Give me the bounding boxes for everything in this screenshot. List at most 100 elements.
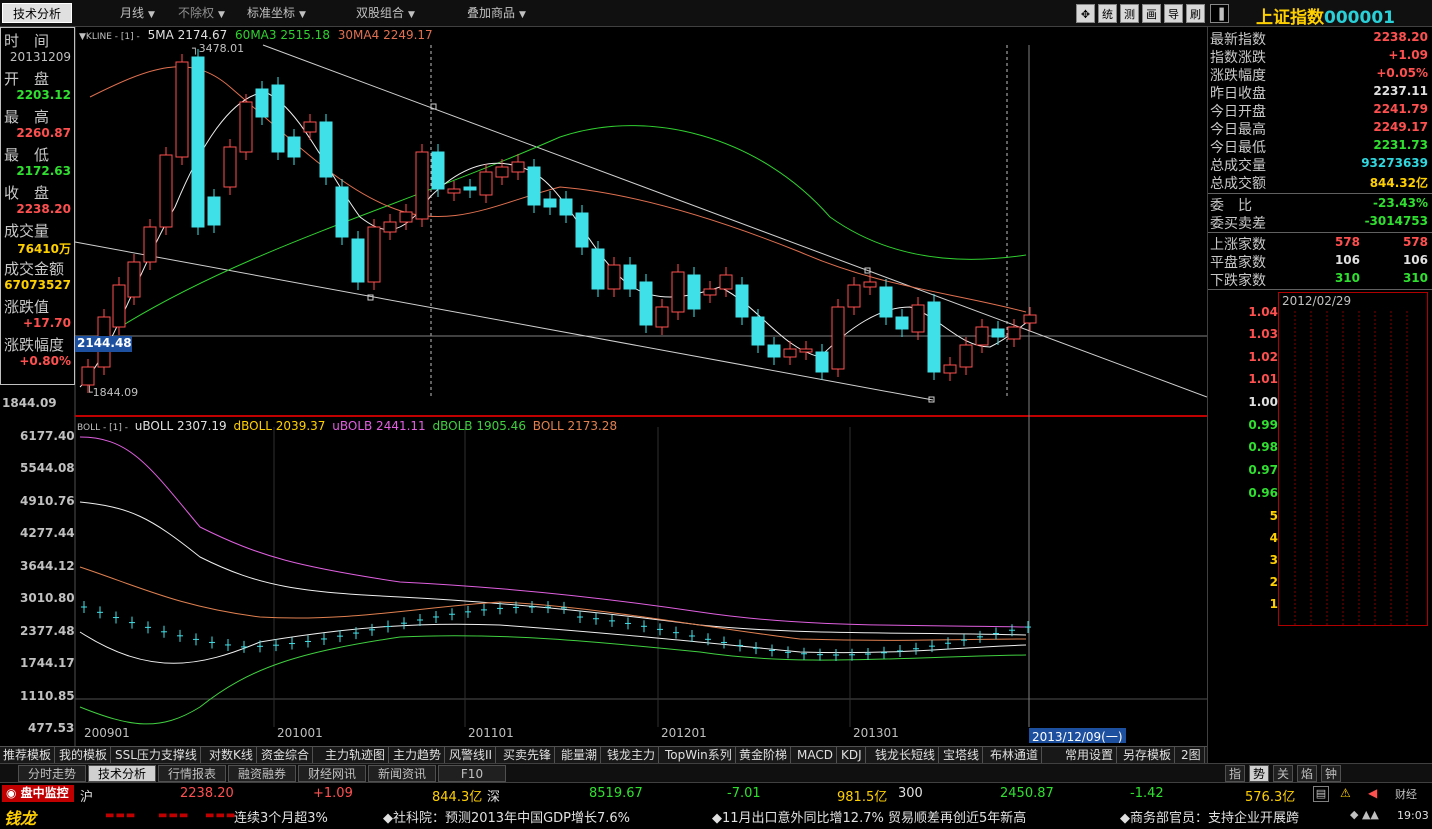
stock-name: 上证指数 bbox=[1256, 8, 1324, 28]
indicator-tab[interactable]: 钱龙长短线 bbox=[872, 747, 940, 764]
indicator-tab[interactable]: 宝塔线 bbox=[940, 747, 984, 764]
quote-value: 2237.11 bbox=[1373, 84, 1428, 98]
quote-label: 涨跌幅度 bbox=[1210, 68, 1266, 84]
view-tab[interactable]: 分时走势 bbox=[18, 765, 86, 782]
export-tool-button[interactable]: 导 bbox=[1164, 4, 1183, 23]
high-mark-label: ┐3478.01 bbox=[192, 42, 245, 55]
menu-icon[interactable]: ▤ bbox=[1313, 786, 1329, 802]
indicator-tab[interactable]: 推荐模板 bbox=[0, 747, 56, 764]
finance-tag[interactable]: 财经 bbox=[1395, 786, 1417, 802]
news-item[interactable]: ◆社科院：预测2013年中国GDP增长7.6% bbox=[383, 807, 630, 826]
candle-body bbox=[607, 264, 621, 290]
flat-row: 平盘家数 106 106 bbox=[1210, 252, 1430, 271]
candle-body bbox=[175, 61, 189, 158]
chevron-down-icon: ▼ bbox=[519, 10, 526, 20]
indicator-tab[interactable]: 对数K线 bbox=[206, 747, 257, 764]
candle-body bbox=[415, 151, 429, 220]
sz-label: 深 bbox=[487, 790, 501, 805]
down-value-b: 310 bbox=[1402, 271, 1428, 285]
rights-dropdown[interactable]: 不除权 ▼ bbox=[178, 3, 225, 23]
indicator-tab[interactable]: 常用设置 bbox=[1062, 747, 1118, 764]
indicator-tab[interactable]: TopWin系列 bbox=[662, 747, 736, 764]
indicator-tab[interactable]: 主力轨迹图 bbox=[322, 747, 390, 764]
panel-view-button[interactable]: 指 bbox=[1225, 765, 1245, 782]
kline-legend: ▼KLINE - [1] - 5MA 2174.67 60MA3 2515.18… bbox=[79, 28, 433, 42]
dual-label: 双股组合 bbox=[356, 6, 405, 20]
panel-view-button[interactable]: 焰 bbox=[1297, 765, 1317, 782]
view-tabbar: 分时走势 技术分析 行情报表 融资融券 财经网讯 新闻资讯 F10 bbox=[0, 763, 1207, 782]
panel-view-button[interactable]: 势 bbox=[1249, 765, 1269, 782]
warning-icon[interactable]: ⚠ bbox=[1340, 786, 1351, 800]
overlay-dropdown[interactable]: 叠加商品 ▼ bbox=[467, 3, 526, 23]
candle-body bbox=[223, 146, 237, 188]
candle-body bbox=[671, 271, 685, 313]
indicator-tab[interactable]: 主力趋势 bbox=[390, 747, 446, 764]
monitor-button[interactable]: ◉ 盘中监控 bbox=[2, 785, 74, 802]
candle-body bbox=[127, 261, 141, 298]
chevron-down-icon: ▼ bbox=[218, 10, 225, 20]
indicator-tab[interactable]: 我的模板 bbox=[56, 747, 112, 764]
up-value-b: 578 bbox=[1402, 235, 1428, 249]
view-tab[interactable]: 新闻资讯 bbox=[368, 765, 436, 782]
candle-body bbox=[623, 264, 637, 290]
view-tab[interactable]: 技术分析 bbox=[88, 765, 156, 782]
tech-analysis-button[interactable]: 技术分析 bbox=[2, 3, 72, 23]
panel-view-button[interactable]: 钟 bbox=[1321, 765, 1341, 782]
boll-axis-tick: 6177.40 bbox=[20, 429, 75, 443]
indicator-tab[interactable]: 布林通道 bbox=[987, 747, 1043, 764]
indicator-tab[interactable]: KDJ bbox=[838, 747, 866, 764]
up-row: 上涨家数 578 578 bbox=[1210, 234, 1430, 253]
quote-row: 最新指数 2238.20 bbox=[1210, 29, 1430, 48]
view-tab[interactable]: 财经网讯 bbox=[298, 765, 366, 782]
dual-stock-dropdown[interactable]: 双股组合 ▼ bbox=[356, 3, 415, 23]
candle-body bbox=[239, 101, 253, 153]
stats-tool-button[interactable]: 统 bbox=[1098, 4, 1117, 23]
view-tab[interactable]: 融资融券 bbox=[228, 765, 296, 782]
quote-row: 今日最低 2231.73 bbox=[1210, 137, 1430, 156]
news-item[interactable]: ◆商务部官员：支持企业开展跨 bbox=[1120, 807, 1345, 826]
refresh-tool-button[interactable]: 刷 bbox=[1186, 4, 1205, 23]
view-tab[interactable]: F10 bbox=[438, 765, 506, 782]
panel-view-button[interactable]: 关 bbox=[1273, 765, 1293, 782]
sh-price: 2238.20 bbox=[180, 786, 234, 801]
measure-tool-button[interactable]: 测 bbox=[1120, 4, 1139, 23]
candle-body bbox=[895, 316, 909, 330]
period-dropdown[interactable]: 月线 ▼ bbox=[120, 3, 155, 23]
chart-canvas[interactable] bbox=[0, 27, 1207, 746]
indicator-tab[interactable]: 黄金阶梯 bbox=[736, 747, 792, 764]
quote-value: +0.05% bbox=[1376, 66, 1428, 80]
indicator-tab[interactable]: MACD bbox=[794, 747, 837, 764]
indicator-tab[interactable]: 另存模板 bbox=[1120, 747, 1176, 764]
news-item[interactable]: 连续3个月超3% bbox=[234, 807, 328, 826]
draw-tool-button[interactable]: 画 bbox=[1142, 4, 1161, 23]
candle-body bbox=[351, 238, 365, 283]
grid-lines bbox=[273, 427, 851, 727]
low-mark-label: └1844.09 bbox=[86, 386, 139, 399]
indicator-tab[interactable]: 买卖先锋 bbox=[500, 747, 556, 764]
coord-dropdown[interactable]: 标准坐标 ▼ bbox=[247, 3, 306, 23]
divider bbox=[1208, 232, 1432, 233]
crosshair-tool-button[interactable]: ✥ bbox=[1076, 4, 1095, 23]
high-value: 2260.87 bbox=[16, 126, 71, 140]
quote-label: 昨日收盘 bbox=[1210, 86, 1266, 102]
indicator-tab[interactable]: 钱龙主力 bbox=[604, 747, 660, 764]
close-label: 收 盘 bbox=[4, 184, 50, 202]
speaker-icon[interactable]: ◀ bbox=[1368, 786, 1377, 800]
indicator-tab[interactable]: 2图 bbox=[1178, 747, 1205, 764]
indicator-tab[interactable]: 资金综合 bbox=[258, 747, 314, 764]
sh-amount: 844.3亿 bbox=[432, 790, 483, 805]
view-tab[interactable]: 行情报表 bbox=[158, 765, 226, 782]
time-value: 20131209 bbox=[9, 50, 71, 64]
candle-body bbox=[863, 281, 877, 288]
price-info-box: 时 间 20131209 开 盘 2203.12 最 高 2260.87 最 低… bbox=[0, 27, 75, 385]
panel-toggle-icon[interactable]: ▐ bbox=[1210, 4, 1229, 23]
hs300-price: 2450.87 bbox=[1000, 786, 1054, 801]
indicator-tab[interactable]: 风警线II bbox=[446, 747, 497, 764]
indicator-tab[interactable]: 能量潮 bbox=[558, 747, 602, 764]
indicator-tab[interactable]: SSL压力支撑线 bbox=[112, 747, 201, 764]
clock: 19:03 bbox=[1397, 809, 1429, 822]
news-item[interactable]: ◆11月出口意外同比增12.7% 贸易顺差再创近5年新高 bbox=[712, 807, 1026, 826]
candle-body bbox=[527, 166, 541, 206]
hs300-amount: 576.3亿 bbox=[1245, 790, 1296, 805]
sz-price: 8519.67 bbox=[589, 786, 643, 801]
